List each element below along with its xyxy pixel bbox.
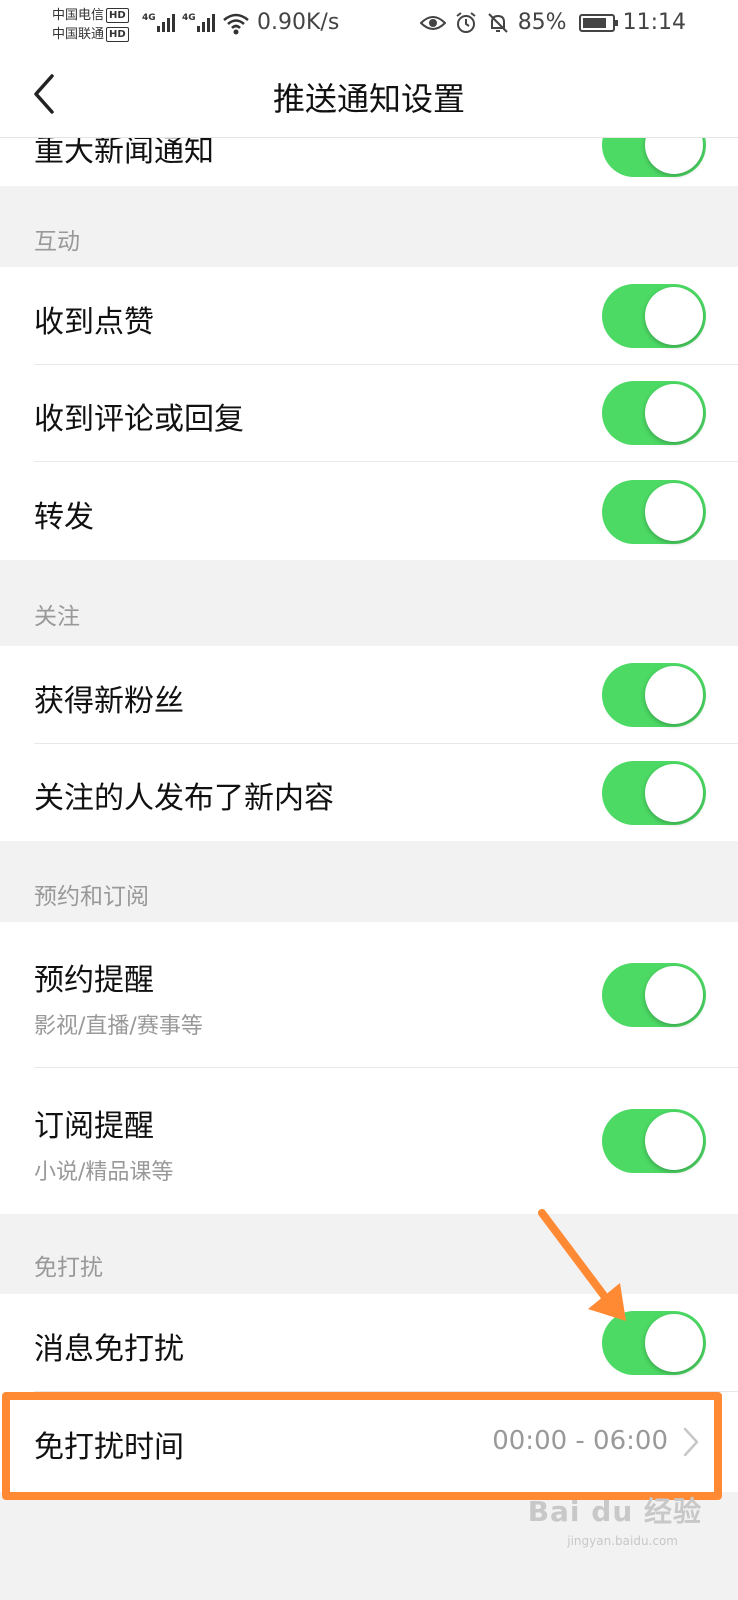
toggle-switch[interactable] <box>602 663 706 727</box>
toggle-knob <box>645 384 703 442</box>
mute-bell-icon <box>487 12 508 33</box>
watermark-url: jingyan.baidu.com <box>567 1534 678 1548</box>
setting-row-reposts[interactable]: 转发 <box>0 462 738 560</box>
setting-row-comments[interactable]: 收到评论或回复 <box>0 365 738 462</box>
annotation-arrow-icon <box>538 1209 626 1321</box>
battery-icon <box>578 13 618 32</box>
section-header-follow: 关注 <box>0 560 738 646</box>
setting-row-likes[interactable]: 收到点赞 <box>0 267 738 365</box>
toggle-switch[interactable] <box>602 1109 706 1173</box>
setting-description: 小说/精品课等 <box>34 1160 174 1185</box>
toggle-knob <box>645 1112 703 1170</box>
toggle-knob <box>645 287 703 345</box>
setting-label: 预约提醒 <box>34 963 154 998</box>
toggle-knob <box>645 1314 703 1372</box>
setting-label: 关注的人发布了新内容 <box>34 781 334 816</box>
toggle-knob <box>645 483 703 541</box>
wifi-icon <box>223 13 249 35</box>
setting-row-subscription-reminder[interactable]: 订阅提醒 小说/精品课等 <box>0 1068 738 1214</box>
toggle-switch[interactable] <box>602 284 706 348</box>
toggle-knob <box>645 966 703 1024</box>
setting-label: 获得新粉丝 <box>34 684 184 719</box>
setting-label: 收到点赞 <box>34 305 154 340</box>
toggle-switch[interactable] <box>602 381 706 445</box>
network-speed: 0.90K/s <box>257 10 340 35</box>
setting-row-following-updates[interactable]: 关注的人发布了新内容 <box>0 744 738 841</box>
section-label: 互动 <box>34 229 80 255</box>
hd-badge: HD <box>106 27 129 42</box>
toggle-knob <box>645 764 703 822</box>
carrier-1: 中国电信 <box>52 8 105 23</box>
status-bar: 中国电信 HD 中国联通 HD 4G 4G 0.90K/s 85% 11:14 <box>0 0 738 52</box>
toggle-switch[interactable] <box>602 963 706 1027</box>
setting-row-new-followers[interactable]: 获得新粉丝 <box>0 646 738 744</box>
carrier-2: 中国联通 <box>52 27 105 42</box>
setting-label: 收到评论或回复 <box>34 402 244 437</box>
toggle-switch[interactable] <box>602 761 706 825</box>
toggle-knob <box>645 666 703 724</box>
clock: 11:14 <box>622 10 686 35</box>
cell-signal-icon: 4G <box>142 14 175 32</box>
section-label: 关注 <box>34 604 80 630</box>
page-title: 推送通知设置 <box>272 80 465 118</box>
toggle-switch[interactable] <box>602 480 706 544</box>
setting-row-reservation-reminder[interactable]: 预约提醒 影视/直播/赛事等 <box>0 922 738 1068</box>
section-label: 预约和订阅 <box>34 884 149 910</box>
network-type: 4G <box>142 13 156 23</box>
setting-label: 转发 <box>34 500 94 535</box>
cell-signal-icon: 4G <box>182 14 215 32</box>
nav-header: 推送通知设置 <box>0 52 738 138</box>
watermark-logo: Bai du 经验 <box>527 1495 702 1528</box>
network-type: 4G <box>182 13 196 23</box>
battery-percent: 85% <box>517 10 567 35</box>
setting-description: 影视/直播/赛事等 <box>34 1014 203 1039</box>
carrier-info: 中国电信 HD 中国联通 HD <box>52 6 129 44</box>
eye-icon <box>419 15 446 30</box>
alarm-icon <box>456 11 476 33</box>
system-indicators: 85% 11:14 <box>419 10 686 35</box>
hd-badge: HD <box>106 8 129 23</box>
section-header-reservations: 预约和订阅 <box>0 841 738 922</box>
setting-label: 订阅提醒 <box>34 1109 154 1144</box>
annotation-highlight-box <box>2 1392 722 1500</box>
section-header-interaction: 互动 <box>0 186 738 267</box>
setting-label: 消息免打扰 <box>34 1332 184 1367</box>
section-label: 免打扰 <box>34 1255 103 1281</box>
